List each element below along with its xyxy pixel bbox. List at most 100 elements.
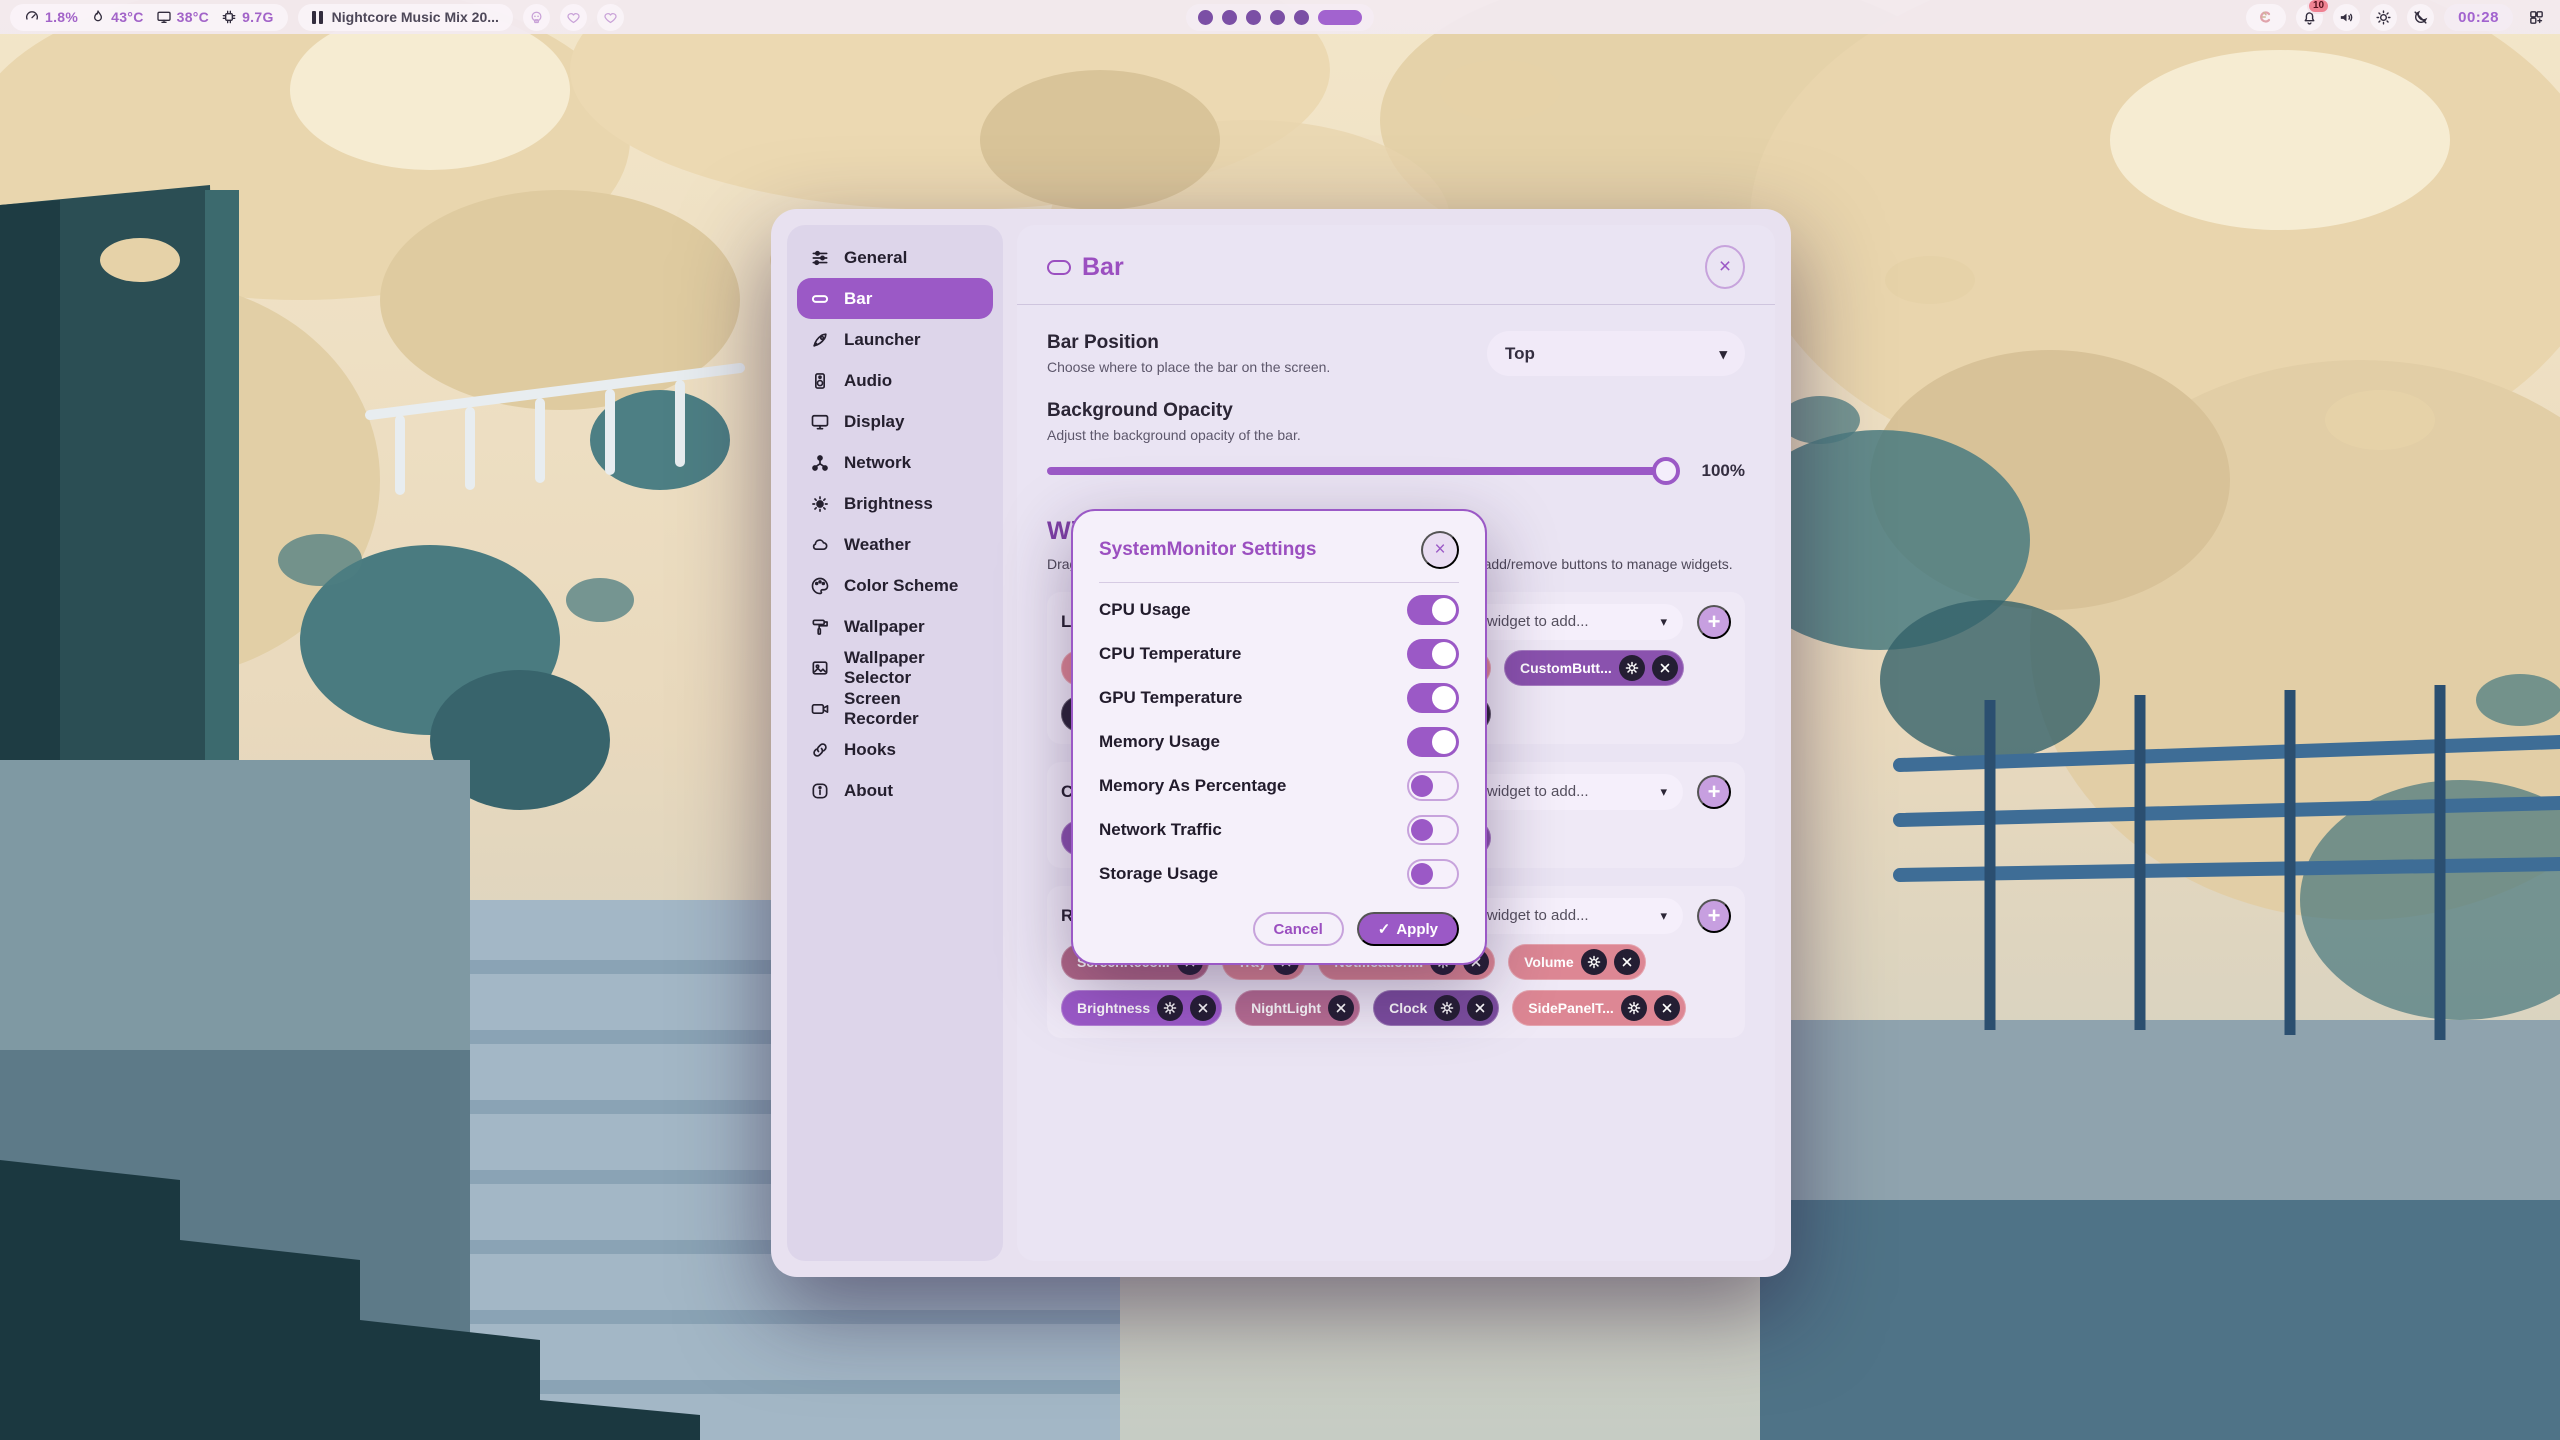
sidebar-item-weather[interactable]: Weather	[797, 524, 993, 565]
workspace-dot-3[interactable]	[1246, 10, 1261, 25]
chip-remove-button[interactable]	[1190, 995, 1216, 1021]
brightness-button[interactable]	[2370, 4, 2397, 31]
bar-page-icon	[1047, 260, 1071, 275]
cpu-temperature-toggle[interactable]	[1407, 639, 1459, 669]
memory-as-percentage-toggle[interactable]	[1407, 771, 1459, 801]
sidebar-item-color-scheme[interactable]: Color Scheme	[797, 565, 993, 606]
sidebar-label: General	[844, 248, 907, 268]
sidebar-label: Bar	[844, 289, 872, 309]
modal-close-button[interactable]: ×	[1421, 531, 1459, 569]
sidebar-item-general[interactable]: General	[797, 237, 993, 278]
close-icon	[1334, 1001, 1348, 1015]
sidebar-item-screen-recorder[interactable]: Screen Recorder	[797, 688, 993, 729]
toggle-knob	[1432, 730, 1456, 754]
widget-chip-nightlight[interactable]: NightLight	[1235, 990, 1360, 1026]
sidebar-item-about[interactable]: About	[797, 770, 993, 811]
section-right-add-button[interactable]: +	[1697, 899, 1731, 933]
chip-remove-button[interactable]	[1328, 995, 1354, 1021]
chip-settings-button[interactable]	[1619, 655, 1645, 681]
sidebar-item-brightness[interactable]: Brightness	[797, 483, 993, 524]
tray-app-button[interactable]	[2246, 4, 2286, 31]
toggle-row-memory-usage: Memory Usage	[1099, 720, 1459, 764]
widget-chip-clock[interactable]: Clock	[1373, 990, 1499, 1026]
slider-thumb[interactable]	[1652, 457, 1680, 485]
bar-position-value: Top	[1505, 344, 1535, 364]
section-left-add-button[interactable]: +	[1697, 605, 1731, 639]
dashboard-grid-icon	[2528, 9, 2545, 26]
sidebar-item-audio[interactable]: Audio	[797, 360, 993, 401]
chip-label: CustomButt...	[1520, 660, 1612, 676]
toggle-label: Network Traffic	[1099, 820, 1222, 840]
network-traffic-toggle[interactable]	[1407, 815, 1459, 845]
header-divider	[1017, 304, 1775, 305]
chip-settings-button[interactable]	[1621, 995, 1647, 1021]
background-opacity-slider[interactable]	[1047, 457, 1680, 485]
background-opacity-label: Background Opacity	[1047, 400, 1745, 422]
skull-button[interactable]	[523, 4, 550, 31]
widget-chip-custombutton[interactable]: CustomButt...	[1504, 650, 1684, 686]
toggle-row-memory-as-percentage: Memory As Percentage	[1099, 764, 1459, 808]
sidebar-item-display[interactable]: Display	[797, 401, 993, 442]
storage-usage-toggle[interactable]	[1407, 859, 1459, 889]
sidebar-item-wallpaper-selector[interactable]: Wallpaper Selector	[797, 647, 993, 688]
cpu-usage-toggle[interactable]	[1407, 595, 1459, 625]
chip-label: Volume	[1524, 954, 1574, 970]
sidebar-item-wallpaper[interactable]: Wallpaper	[797, 606, 993, 647]
chip-settings-button[interactable]	[1581, 949, 1607, 975]
gpu-temperature-toggle[interactable]	[1407, 683, 1459, 713]
sidebar-label: Network	[844, 453, 911, 473]
workspace-dot-1[interactable]	[1198, 10, 1213, 25]
widget-chip-brightness[interactable]: Brightness	[1061, 990, 1222, 1026]
settings-sidebar: General Bar Launcher Audio Display Netwo…	[787, 225, 1003, 1261]
sliders-icon	[810, 248, 830, 268]
bar-position-dropdown[interactable]: Top ▾	[1487, 331, 1745, 376]
chip-remove-button[interactable]	[1654, 995, 1680, 1021]
sidebar-label: About	[844, 781, 893, 801]
workspace-dot-4[interactable]	[1270, 10, 1285, 25]
speaker-box-icon	[810, 371, 830, 391]
widget-chip-volume[interactable]: Volume	[1508, 944, 1646, 980]
sidebar-item-launcher[interactable]: Launcher	[797, 319, 993, 360]
memory-stat: 9.7G	[221, 9, 274, 25]
night-light-button[interactable]	[2407, 4, 2434, 31]
cancel-button[interactable]: Cancel	[1253, 912, 1344, 946]
chip-label: NightLight	[1251, 1000, 1321, 1016]
chip-settings-button[interactable]	[1434, 995, 1460, 1021]
pause-icon	[312, 11, 323, 24]
workspace-dot-2[interactable]	[1222, 10, 1237, 25]
media-title: Nightcore Music Mix 20...	[332, 9, 499, 25]
chip-remove-button[interactable]	[1614, 949, 1640, 975]
background-opacity-value: 100%	[1693, 461, 1745, 481]
sidebar-label: Weather	[844, 535, 911, 555]
heart-button-2[interactable]	[597, 4, 624, 31]
chip-settings-button[interactable]	[1157, 995, 1183, 1021]
chip-remove-button[interactable]	[1467, 995, 1493, 1021]
widget-chip-sidepaneltoggle[interactable]: SidePanelT...	[1512, 990, 1686, 1026]
apply-button[interactable]: ✓ Apply	[1357, 912, 1459, 946]
section-center-add-button[interactable]: +	[1697, 775, 1731, 809]
media-player-pill[interactable]: Nightcore Music Mix 20...	[298, 4, 513, 31]
chip-remove-button[interactable]	[1652, 655, 1678, 681]
close-icon	[1196, 1001, 1210, 1015]
toggle-knob	[1432, 598, 1456, 622]
toggle-label: Memory Usage	[1099, 732, 1220, 752]
sidebar-item-bar[interactable]: Bar	[797, 278, 993, 319]
toggle-knob	[1432, 686, 1456, 710]
window-close-button[interactable]: ×	[1705, 245, 1745, 289]
image-icon	[810, 658, 830, 678]
gear-icon	[1627, 1001, 1641, 1015]
notifications-button[interactable]: 10	[2296, 4, 2323, 31]
workspace-active-indicator[interactable]	[1318, 10, 1362, 25]
heart-button-1[interactable]	[560, 4, 587, 31]
gear-icon	[1625, 661, 1639, 675]
palette-icon	[810, 576, 830, 596]
memory-usage-toggle[interactable]	[1407, 727, 1459, 757]
toggle-row-gpu-temperature: GPU Temperature	[1099, 676, 1459, 720]
sidebar-item-network[interactable]: Network	[797, 442, 993, 483]
workspace-dot-5[interactable]	[1294, 10, 1309, 25]
system-stats-pill[interactable]: 1.8% 43°C 38°C 9.7G	[10, 4, 288, 31]
sidebar-item-hooks[interactable]: Hooks	[797, 729, 993, 770]
overview-button[interactable]	[2523, 4, 2550, 31]
clock[interactable]: 00:28	[2444, 4, 2513, 31]
volume-button[interactable]	[2333, 4, 2360, 31]
